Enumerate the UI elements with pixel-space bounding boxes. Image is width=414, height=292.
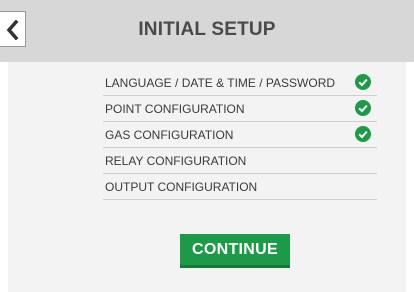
- setup-item-point-configuration[interactable]: POINT CONFIGURATION: [103, 96, 377, 122]
- setup-item-label: LANGUAGE / DATE & TIME / PASSWORD: [105, 76, 336, 90]
- setup-item-label: POINT CONFIGURATION: [105, 102, 245, 116]
- check-circle-icon: [355, 74, 371, 90]
- setup-item-label: OUTPUT CONFIGURATION: [105, 180, 258, 194]
- setup-list: LANGUAGE / DATE & TIME / PASSWORD POINT …: [103, 70, 377, 200]
- setup-item-output-configuration[interactable]: OUTPUT CONFIGURATION: [103, 174, 377, 200]
- setup-item-gas-configuration[interactable]: GAS CONFIGURATION: [103, 122, 377, 148]
- continue-button[interactable]: CONTINUE: [180, 234, 290, 268]
- content-panel: LANGUAGE / DATE & TIME / PASSWORD POINT …: [8, 62, 406, 292]
- setup-item-language-date-time-password[interactable]: LANGUAGE / DATE & TIME / PASSWORD: [103, 70, 377, 96]
- check-circle-icon: [355, 126, 371, 142]
- check-circle-icon: [355, 100, 371, 116]
- setup-item-relay-configuration[interactable]: RELAY CONFIGURATION: [103, 148, 377, 174]
- header-bar: INITIAL SETUP: [0, 0, 414, 62]
- page-title: INITIAL SETUP: [138, 19, 276, 40]
- setup-item-label: RELAY CONFIGURATION: [105, 154, 247, 168]
- setup-item-label: GAS CONFIGURATION: [105, 128, 234, 142]
